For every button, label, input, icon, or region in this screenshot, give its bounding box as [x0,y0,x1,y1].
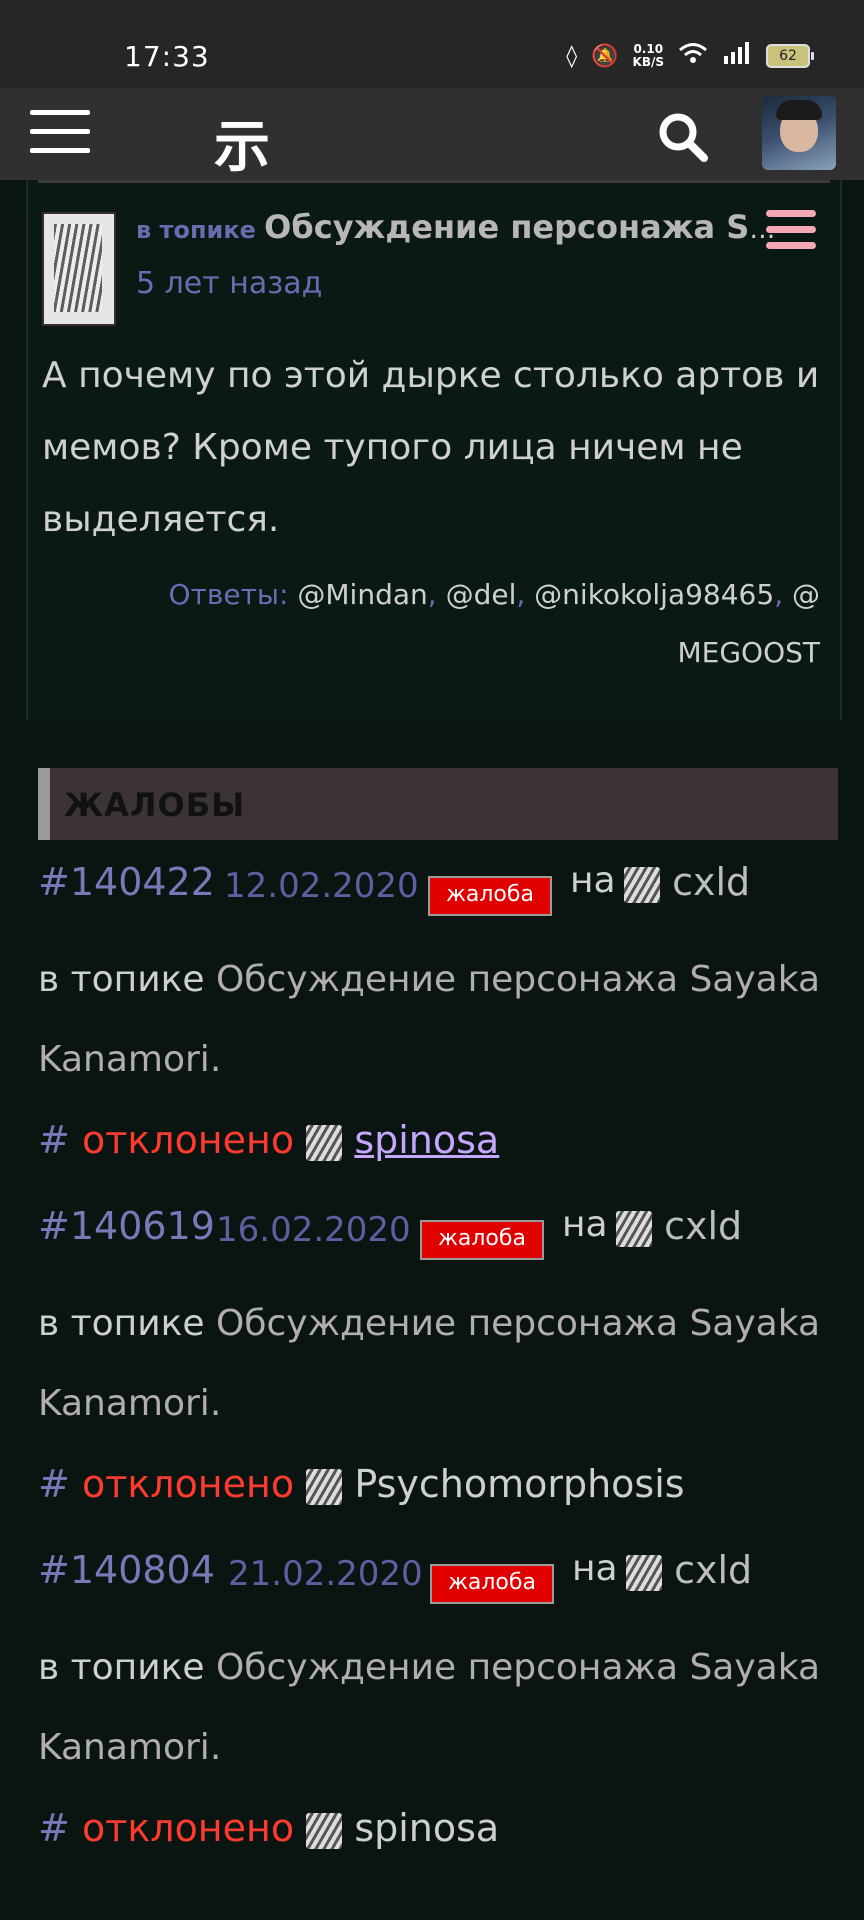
complaints-title: ЖАЛОБЫ [64,786,246,824]
network-speed-unit: KB/S [632,55,664,69]
reply-link[interactable]: @del [446,578,517,611]
complaint-date: 21.02.2020 [228,1554,423,1594]
in-topic-label: в топике [38,1647,205,1688]
mute-bell-icon: 🔕 [591,43,619,69]
complaint-item: #140804 21.02.2020 жалоба на cxld в топи… [38,1548,838,1868]
complaint-status: # отклонено Psychomorphosis [38,1444,838,1524]
page-content: в топике Обсуждение персонажа S... 5 лет… [0,180,864,1920]
comment-author-avatar[interactable] [42,212,116,326]
status-hash: # [38,1462,70,1506]
complaint-badge: жалоба [420,1220,544,1260]
moderator-link[interactable]: spinosa [354,1118,499,1162]
complaints-header: ЖАЛОБЫ [38,768,838,840]
comment-time: 5 лет назад [136,266,323,301]
data-saver-icon: ◊ [566,43,578,69]
divider [38,180,830,183]
complaint-topic: в топике Обсуждение персонажа Sayaka Kan… [38,1647,821,1768]
complaint-id[interactable]: #140619 [38,1204,215,1248]
status-bar: 17:33 ◊ 🔕 0.10 KB/S 62 [0,0,864,88]
in-topic-label: в топике [38,959,205,1000]
status-hash: # [38,1806,70,1850]
moderator-avatar [306,1468,343,1505]
status-rejected: отклонено [81,1806,295,1850]
top-navbar: 示 [0,88,864,180]
user-avatar[interactable] [762,96,836,170]
na-label: на [570,860,616,901]
in-topic-label: в топике [38,1303,205,1344]
main-menu-button[interactable] [30,110,90,156]
target-user-name: cxld [672,860,751,904]
status-rejected: отклонено [81,1118,295,1162]
target-user[interactable]: cxld [624,860,750,904]
complaint-topic: в топике Обсуждение персонажа Sayaka Kan… [38,1303,821,1424]
na-label: на [562,1204,608,1245]
complaint-id[interactable]: #140422 [38,860,215,904]
complaint-id[interactable]: #140804 [38,1548,215,1592]
moderator-link[interactable]: spinosa [354,1806,499,1850]
na-label: на [572,1548,618,1589]
comment-replies: Ответы: @Mindan, @del, @nikokolja98465, … [168,578,820,669]
complaint-date: 12.02.2020 [224,866,419,906]
signal-icon [722,42,752,70]
target-user[interactable]: cxld [616,1204,742,1248]
target-user-avatar [624,866,660,903]
complaint-badge: жалоба [428,876,552,916]
search-icon[interactable] [656,110,710,164]
complaint-topic: в топике Обсуждение персонажа Sayaka Kan… [38,959,821,1080]
moderator-avatar [306,1124,343,1161]
reply-link[interactable]: @nikokolja98465 [534,578,774,611]
reply-link[interactable]: @Mindan [297,578,427,611]
battery-icon: 62 [766,44,814,68]
target-user[interactable]: cxld [626,1548,752,1592]
topic-link[interactable]: Обсуждение персонажа S... [264,208,776,246]
network-speed-value: 0.10 [633,42,664,56]
complaint-item: #140619 16.02.2020 жалоба на cxld в топи… [38,1204,838,1524]
comment-topic-line: в топике Обсуждение персонажа S... [136,208,776,246]
status-rejected: отклонено [81,1462,295,1506]
status-time: 17:33 [124,40,210,73]
site-logo[interactable]: 示 [214,102,270,183]
status-icons: ◊ 🔕 0.10 KB/S 62 [566,42,814,70]
complaint-badge: жалоба [430,1564,554,1604]
status-hash: # [38,1118,70,1162]
complaint-date: 16.02.2020 [216,1210,411,1250]
in-topic-label: в топике [136,216,256,244]
target-user-name: cxld [664,1204,743,1248]
comment-card: в топике Обсуждение персонажа S... 5 лет… [26,180,842,720]
comment-menu-button[interactable] [766,210,816,254]
wifi-icon [678,42,708,70]
moderator-avatar [306,1812,343,1849]
target-user-avatar [626,1554,662,1591]
comment-text: А почему по этой дырке столько артов и м… [42,355,820,540]
replies-label: Ответы: [168,578,289,611]
complaint-status: # отклонено spinosa [38,1100,838,1180]
complaint-status: # отклонено spinosa [38,1788,838,1868]
network-speed: 0.10 KB/S [633,43,664,69]
moderator-link[interactable]: Psychomorphosis [354,1462,684,1506]
complaint-item: #140422 12.02.2020 жалоба на cxld в топи… [38,860,838,1180]
target-user-avatar [616,1210,652,1247]
target-user-name: cxld [674,1548,753,1592]
